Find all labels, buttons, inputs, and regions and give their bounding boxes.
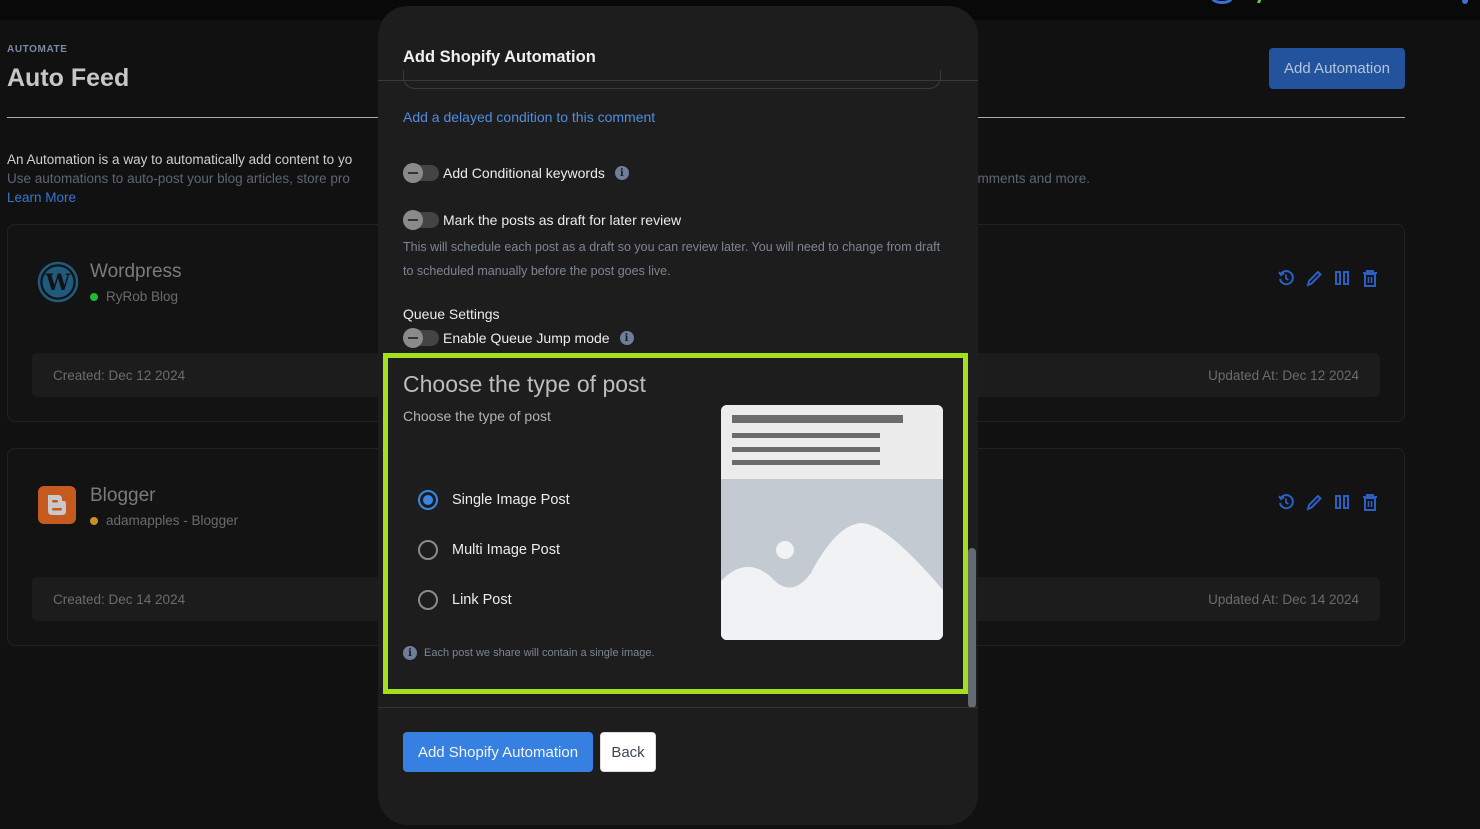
radio-single-image-post[interactable]: Single Image Post (418, 490, 570, 510)
intro-subtext-left: Use automations to auto-post your blog a… (7, 171, 350, 186)
card-actions (1278, 269, 1378, 287)
radio-link-post[interactable]: Link Post (418, 590, 512, 610)
intro-text: An Automation is a way to automatically … (7, 152, 353, 167)
avatar-icon[interactable] (1211, 0, 1233, 4)
conditional-keywords-row: Add Conditional keywords i (403, 163, 629, 183)
add-automation-button[interactable]: Add Automation (1269, 48, 1405, 89)
conditional-keywords-label: Add Conditional keywords (443, 165, 605, 181)
modal-title: Add Shopify Automation (403, 48, 596, 66)
back-button[interactable]: Back (600, 732, 656, 772)
radio-label: Multi Image Post (452, 542, 560, 558)
account-name: adamapples - Blogger (106, 513, 239, 528)
info-icon[interactable]: i (614, 166, 629, 180)
pause-icon[interactable] (1334, 493, 1350, 511)
status-dot (90, 516, 98, 525)
modal-header-divider (378, 80, 978, 81)
automation-name: Blogger (90, 485, 156, 506)
modal-scrollbar[interactable] (968, 548, 976, 708)
status-dot (90, 292, 98, 301)
queue-jump-row: Enable Queue Jump mode i (403, 328, 634, 348)
post-type-title: Choose the type of post (403, 371, 646, 397)
wordpress-icon: W (37, 261, 79, 303)
delete-icon[interactable] (1362, 493, 1378, 511)
radio-button[interactable] (418, 490, 438, 510)
automation-name: Wordpress (90, 261, 182, 282)
radio-button[interactable] (418, 590, 438, 610)
queue-settings-heading: Queue Settings (403, 306, 500, 322)
learn-more-link[interactable]: Learn More (7, 190, 76, 205)
created-date: Created: Dec 12 2024 (53, 367, 186, 383)
draft-review-label: Mark the posts as draft for later review (443, 212, 682, 228)
updated-date: Updated At: Dec 12 2024 (1208, 367, 1359, 383)
post-preview-illustration (721, 405, 943, 640)
account-name: RyRob Blog (106, 289, 179, 304)
status-icon (1257, 0, 1262, 3)
info-icon[interactable]: i (619, 331, 634, 345)
automation-account: adamapples - Blogger (90, 513, 238, 528)
info-icon: i (403, 646, 417, 660)
pause-icon[interactable] (1334, 269, 1350, 287)
blogger-icon (38, 486, 76, 524)
section-eyebrow: AUTOMATE (7, 44, 68, 55)
svg-text:W: W (45, 270, 71, 296)
card-actions (1278, 493, 1378, 511)
post-type-subtitle: Choose the type of post (403, 408, 551, 424)
add-shopify-automation-button[interactable]: Add Shopify Automation (403, 732, 593, 772)
delete-icon[interactable] (1362, 269, 1378, 287)
queue-jump-label: Enable Queue Jump mode (443, 330, 610, 346)
edit-icon[interactable] (1306, 269, 1322, 287)
updated-date: Updated At: Dec 14 2024 (1208, 591, 1359, 607)
menu-icon[interactable] (1462, 0, 1468, 4)
queue-jump-toggle[interactable] (403, 328, 439, 348)
post-type-note: i Each post we share will contain a sing… (403, 646, 655, 660)
conditional-keywords-toggle[interactable] (403, 163, 439, 183)
radio-label: Single Image Post (452, 492, 570, 508)
radio-button[interactable] (418, 540, 438, 560)
intro-subtext: Use automations to auto-post your blog a… (7, 171, 1090, 186)
history-icon[interactable] (1278, 493, 1294, 511)
page-title: Auto Feed (7, 64, 130, 92)
draft-review-row: Mark the posts as draft for later review (403, 210, 682, 230)
created-date: Created: Dec 14 2024 (53, 591, 186, 607)
add-delayed-condition-link[interactable]: Add a delayed condition to this comment (403, 109, 655, 125)
draft-helper-text: This will schedule each post as a draft … (403, 240, 941, 278)
add-shopify-automation-modal: Add Shopify Automation Add a delayed con… (378, 6, 978, 825)
draft-review-toggle[interactable] (403, 210, 439, 230)
radio-label: Link Post (452, 592, 512, 608)
history-icon[interactable] (1278, 269, 1294, 287)
intro-subtext-right: omments and more. (970, 171, 1091, 186)
radio-multi-image-post[interactable]: Multi Image Post (418, 540, 560, 560)
edit-icon[interactable] (1306, 493, 1322, 511)
post-type-note-text: Each post we share will contain a single… (424, 647, 655, 659)
automation-account: RyRob Blog (90, 289, 178, 304)
modal-footer-divider (378, 707, 978, 708)
